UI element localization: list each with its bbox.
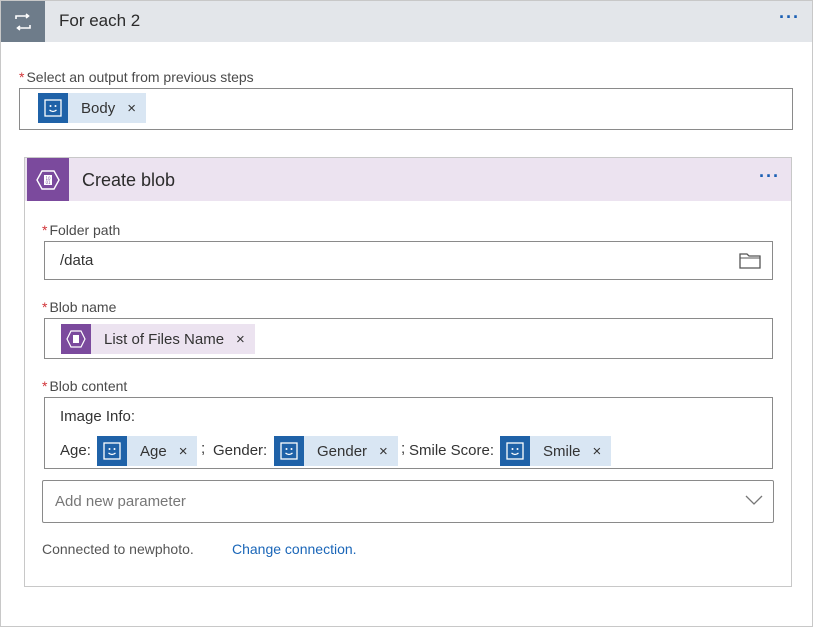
remove-token-button[interactable]: × [585,443,612,460]
list-of-files-name-token[interactable]: List of Files Name × [61,324,255,354]
smile-token[interactable]: Smile × [500,436,612,466]
connection-status-text: Connected to newphoto. [42,541,194,557]
create-blob-title: Create blob [82,170,176,190]
loop-icon [1,1,45,42]
add-new-parameter-dropdown[interactable]: Add new parameter [42,480,774,523]
folder-path-input[interactable]: /data [44,241,773,280]
required-marker: * [19,69,25,85]
change-connection-link[interactable]: Change connection. [232,541,357,557]
token-label: List of Files Name [104,330,225,348]
smiley-icon [38,93,68,123]
smiley-icon [97,436,127,466]
chevron-down-icon[interactable] [745,493,763,511]
token-label: Gender [317,442,368,460]
add-parameter-placeholder: Add new parameter [55,493,186,510]
token-label: Age [140,442,167,460]
select-output-field[interactable]: Body × [19,88,793,130]
blob-content-label: * Blob content [42,378,128,394]
body-token[interactable]: Body × [38,93,146,123]
blob-name-field[interactable]: List of Files Name × [44,318,773,359]
folder-path-value: /data [60,252,94,269]
folder-path-label: * Folder path [42,222,121,238]
gender-token[interactable]: Gender × [274,436,398,466]
blob-name-label: * Blob name [42,299,117,315]
blob-storage-icon: 10 01 [27,158,69,201]
svg-text:01: 01 [45,180,51,185]
smile-score-text: Smile Score: [409,442,495,459]
gender-text: Gender: [213,442,268,459]
separator: ; [201,440,206,457]
foreach-header[interactable]: For each 2 ··· [1,1,812,42]
folder-icon[interactable] [739,251,761,274]
smiley-icon [500,436,530,466]
create-blob-more-menu-button[interactable]: ··· [759,166,780,187]
token-label: Smile [543,442,581,460]
foreach-title: For each 2 [59,11,141,30]
foreach-more-menu-button[interactable]: ··· [779,7,800,28]
smiley-icon [274,436,304,466]
remove-token-button[interactable]: × [228,331,255,348]
blob-content-field[interactable]: Image Info: Age: Age × ; Gender: Gender … [44,397,773,469]
foreach-card: For each 2 ··· * Select an output from pr… [0,0,813,627]
create-blob-header[interactable]: 10 01 Create blob ··· [25,158,791,201]
age-token[interactable]: Age × [97,436,198,466]
age-text: Age: [60,442,91,459]
remove-token-button[interactable]: × [371,443,398,460]
select-output-label: * Select an output from previous steps [19,69,254,85]
separator: ; [401,440,406,457]
content-line-1: Image Info: [60,408,136,425]
blob-storage-icon [61,324,91,354]
create-blob-card: 10 01 Create blob ··· * Folder path /data … [24,157,792,587]
token-label: Body [81,99,116,117]
remove-token-button[interactable]: × [119,100,146,117]
remove-token-button[interactable]: × [171,443,198,460]
